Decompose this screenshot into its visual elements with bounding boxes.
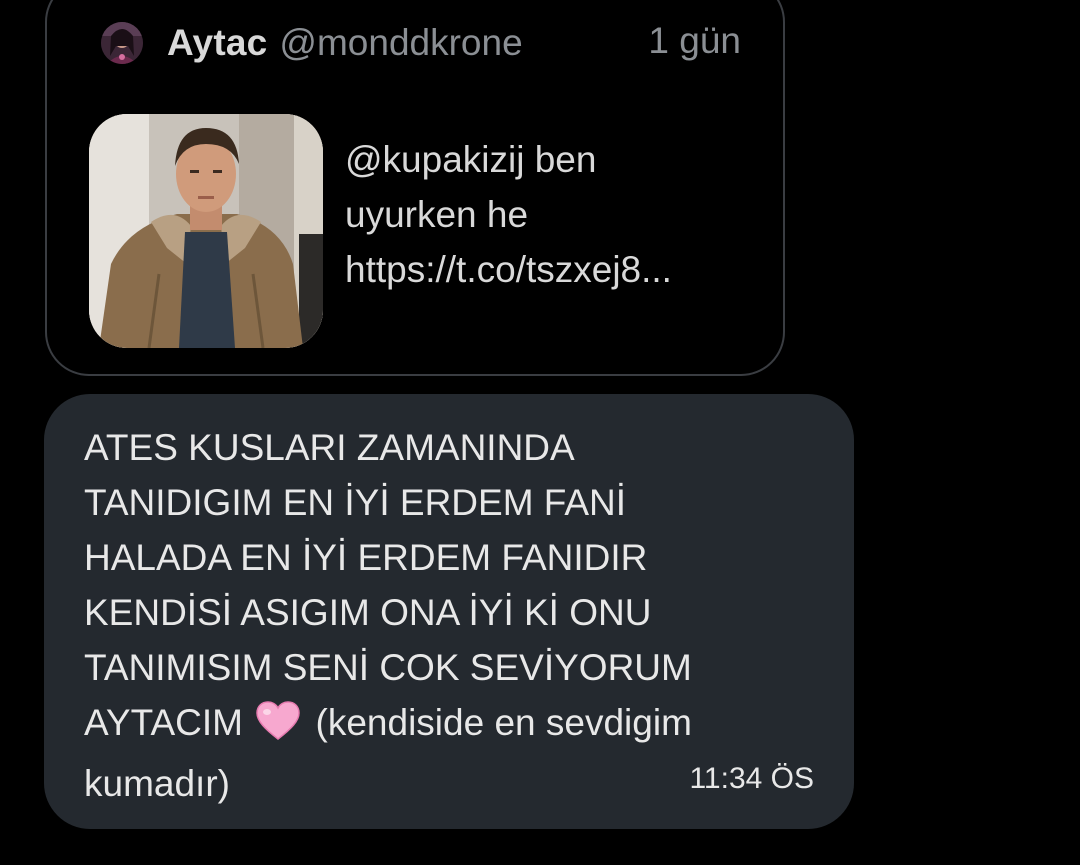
avatar[interactable]: [101, 22, 143, 64]
quoted-tweet-card[interactable]: Aytac @monddkrone 1 gün @kupakizij ben u…: [45, 0, 785, 376]
message-line: KENDİSİ ASIGIM ONA İYİ Kİ ONU: [84, 592, 652, 633]
message-line-text: AYTACIM: [84, 702, 243, 743]
tweet-text-line: @kupakizij ben: [345, 139, 597, 180]
message-line: AYTACIM (kendiside en sevdigim: [84, 695, 824, 756]
chat-screen: Aytac @monddkrone 1 gün @kupakizij ben u…: [0, 0, 1080, 865]
tweet-header: Aytac @monddkrone: [101, 18, 523, 68]
author-handle[interactable]: @monddkrone: [279, 22, 522, 64]
tweet-text-line: uyurken he: [345, 194, 529, 235]
message-line: TANIDIGIM EN İYİ ERDEM FANİ: [84, 482, 627, 523]
tweet-text-link[interactable]: https://t.co/tszxej8...: [345, 242, 765, 297]
message-timestamp: 11:34 ÖS: [689, 762, 814, 795]
author-name[interactable]: Aytac: [167, 22, 267, 64]
photo-man-in-coat-icon: [89, 114, 323, 348]
message-line-text: (kendiside en sevdigim: [315, 702, 692, 743]
tweet-text[interactable]: @kupakizij ben uyurken he https://t.co/t…: [345, 132, 765, 297]
tweet-timestamp: 1 gün: [648, 20, 741, 61]
pink-heart-icon: [255, 701, 301, 756]
message-text: ATES KUSLARI ZAMANINDA TANIDIGIM EN İYİ …: [84, 420, 824, 811]
message-bubble[interactable]: ATES KUSLARI ZAMANINDA TANIDIGIM EN İYİ …: [44, 394, 854, 829]
tweet-media-thumbnail[interactable]: [89, 114, 323, 348]
message-line: HALADA EN İYİ ERDEM FANIDIR: [84, 537, 648, 578]
message-line: ATES KUSLARI ZAMANINDA: [84, 427, 575, 468]
profile-photo-icon: [101, 22, 143, 64]
message-line: TANIMISIM SENİ COK SEVİYORUM: [84, 647, 692, 688]
